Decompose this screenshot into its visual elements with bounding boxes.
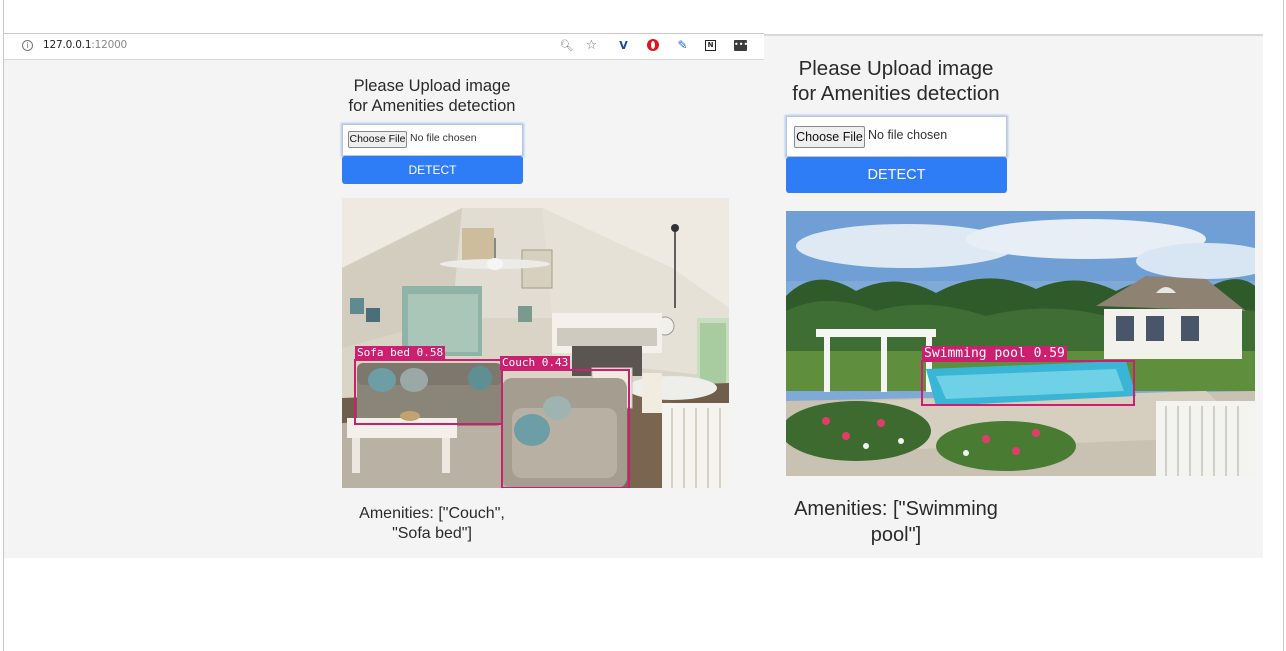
pool-picture [786, 211, 1255, 476]
detection-label: Swimming pool 0.59 [922, 346, 1067, 362]
amenities-result: Amenities: ["Swimming pool"] [794, 498, 998, 546]
detect-button[interactable]: DETECT [342, 156, 523, 184]
choose-file-button[interactable]: Choose File [348, 131, 407, 148]
detection-label: Couch 0.43 [500, 356, 571, 370]
no-file-text: No file chosen [410, 132, 477, 144]
detect-button[interactable]: DETECT [786, 157, 1007, 193]
page-title: Please Upload image for Amenities detect… [792, 57, 1000, 105]
left-browser-window: i 127.0.0.1:12000 🔍︎ ☆ V ✎ N ••• Please … [4, 33, 764, 558]
no-file-text: No file chosen [868, 128, 948, 142]
detection-label: Sofa bed 0.58 [355, 346, 446, 360]
detection-image-living-room: Sofa bed 0.58 Couch 0.43 [342, 198, 729, 488]
page-title: Please Upload image for Amenities detect… [348, 77, 516, 115]
living-room-picture [342, 198, 729, 488]
file-input[interactable]: Choose File No file chosen [342, 124, 523, 156]
left-app: Please Upload image for Amenities detect… [4, 34, 764, 558]
amenities-result: Amenities: ["Couch", "Sofa bed"] [359, 505, 505, 542]
right-app-window: Please Upload image for Amenities detect… [764, 34, 1263, 558]
choose-file-button[interactable]: Choose File [794, 126, 865, 148]
detection-image-pool: Swimming pool 0.59 [786, 211, 1255, 476]
file-input[interactable]: Choose File No file chosen [786, 116, 1007, 157]
